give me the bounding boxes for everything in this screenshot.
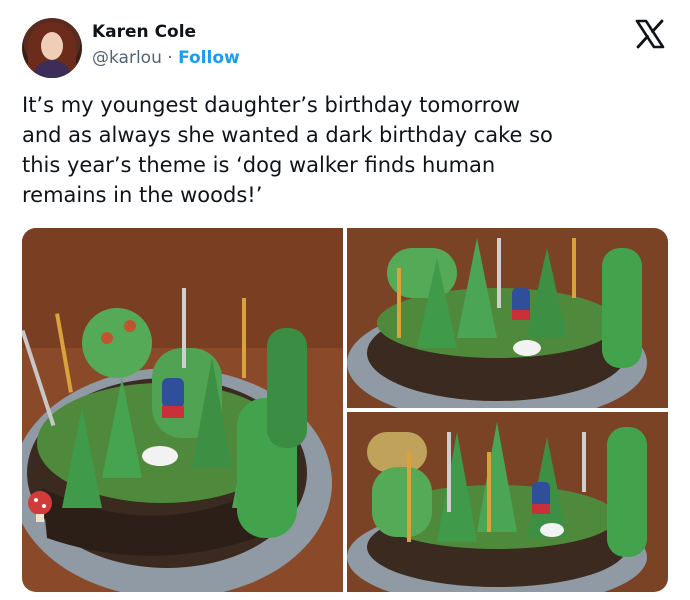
- cake-photo-1[interactable]: [22, 228, 343, 592]
- media-grid: [22, 228, 668, 592]
- follow-button[interactable]: Follow: [178, 48, 240, 68]
- author-handle[interactable]: @karlou: [92, 48, 162, 68]
- author-name[interactable]: Karen Cole: [92, 22, 196, 42]
- cake-photo-3[interactable]: [347, 412, 668, 592]
- author-handle-row: @karlou · Follow: [92, 48, 240, 68]
- cake-photo-2[interactable]: [347, 228, 668, 408]
- avatar[interactable]: [22, 18, 82, 78]
- tweet-text: It’s my youngest daughter’s birthday tom…: [22, 93, 553, 207]
- handle-separator: ·: [167, 48, 173, 68]
- x-logo-icon[interactable]: [634, 18, 666, 50]
